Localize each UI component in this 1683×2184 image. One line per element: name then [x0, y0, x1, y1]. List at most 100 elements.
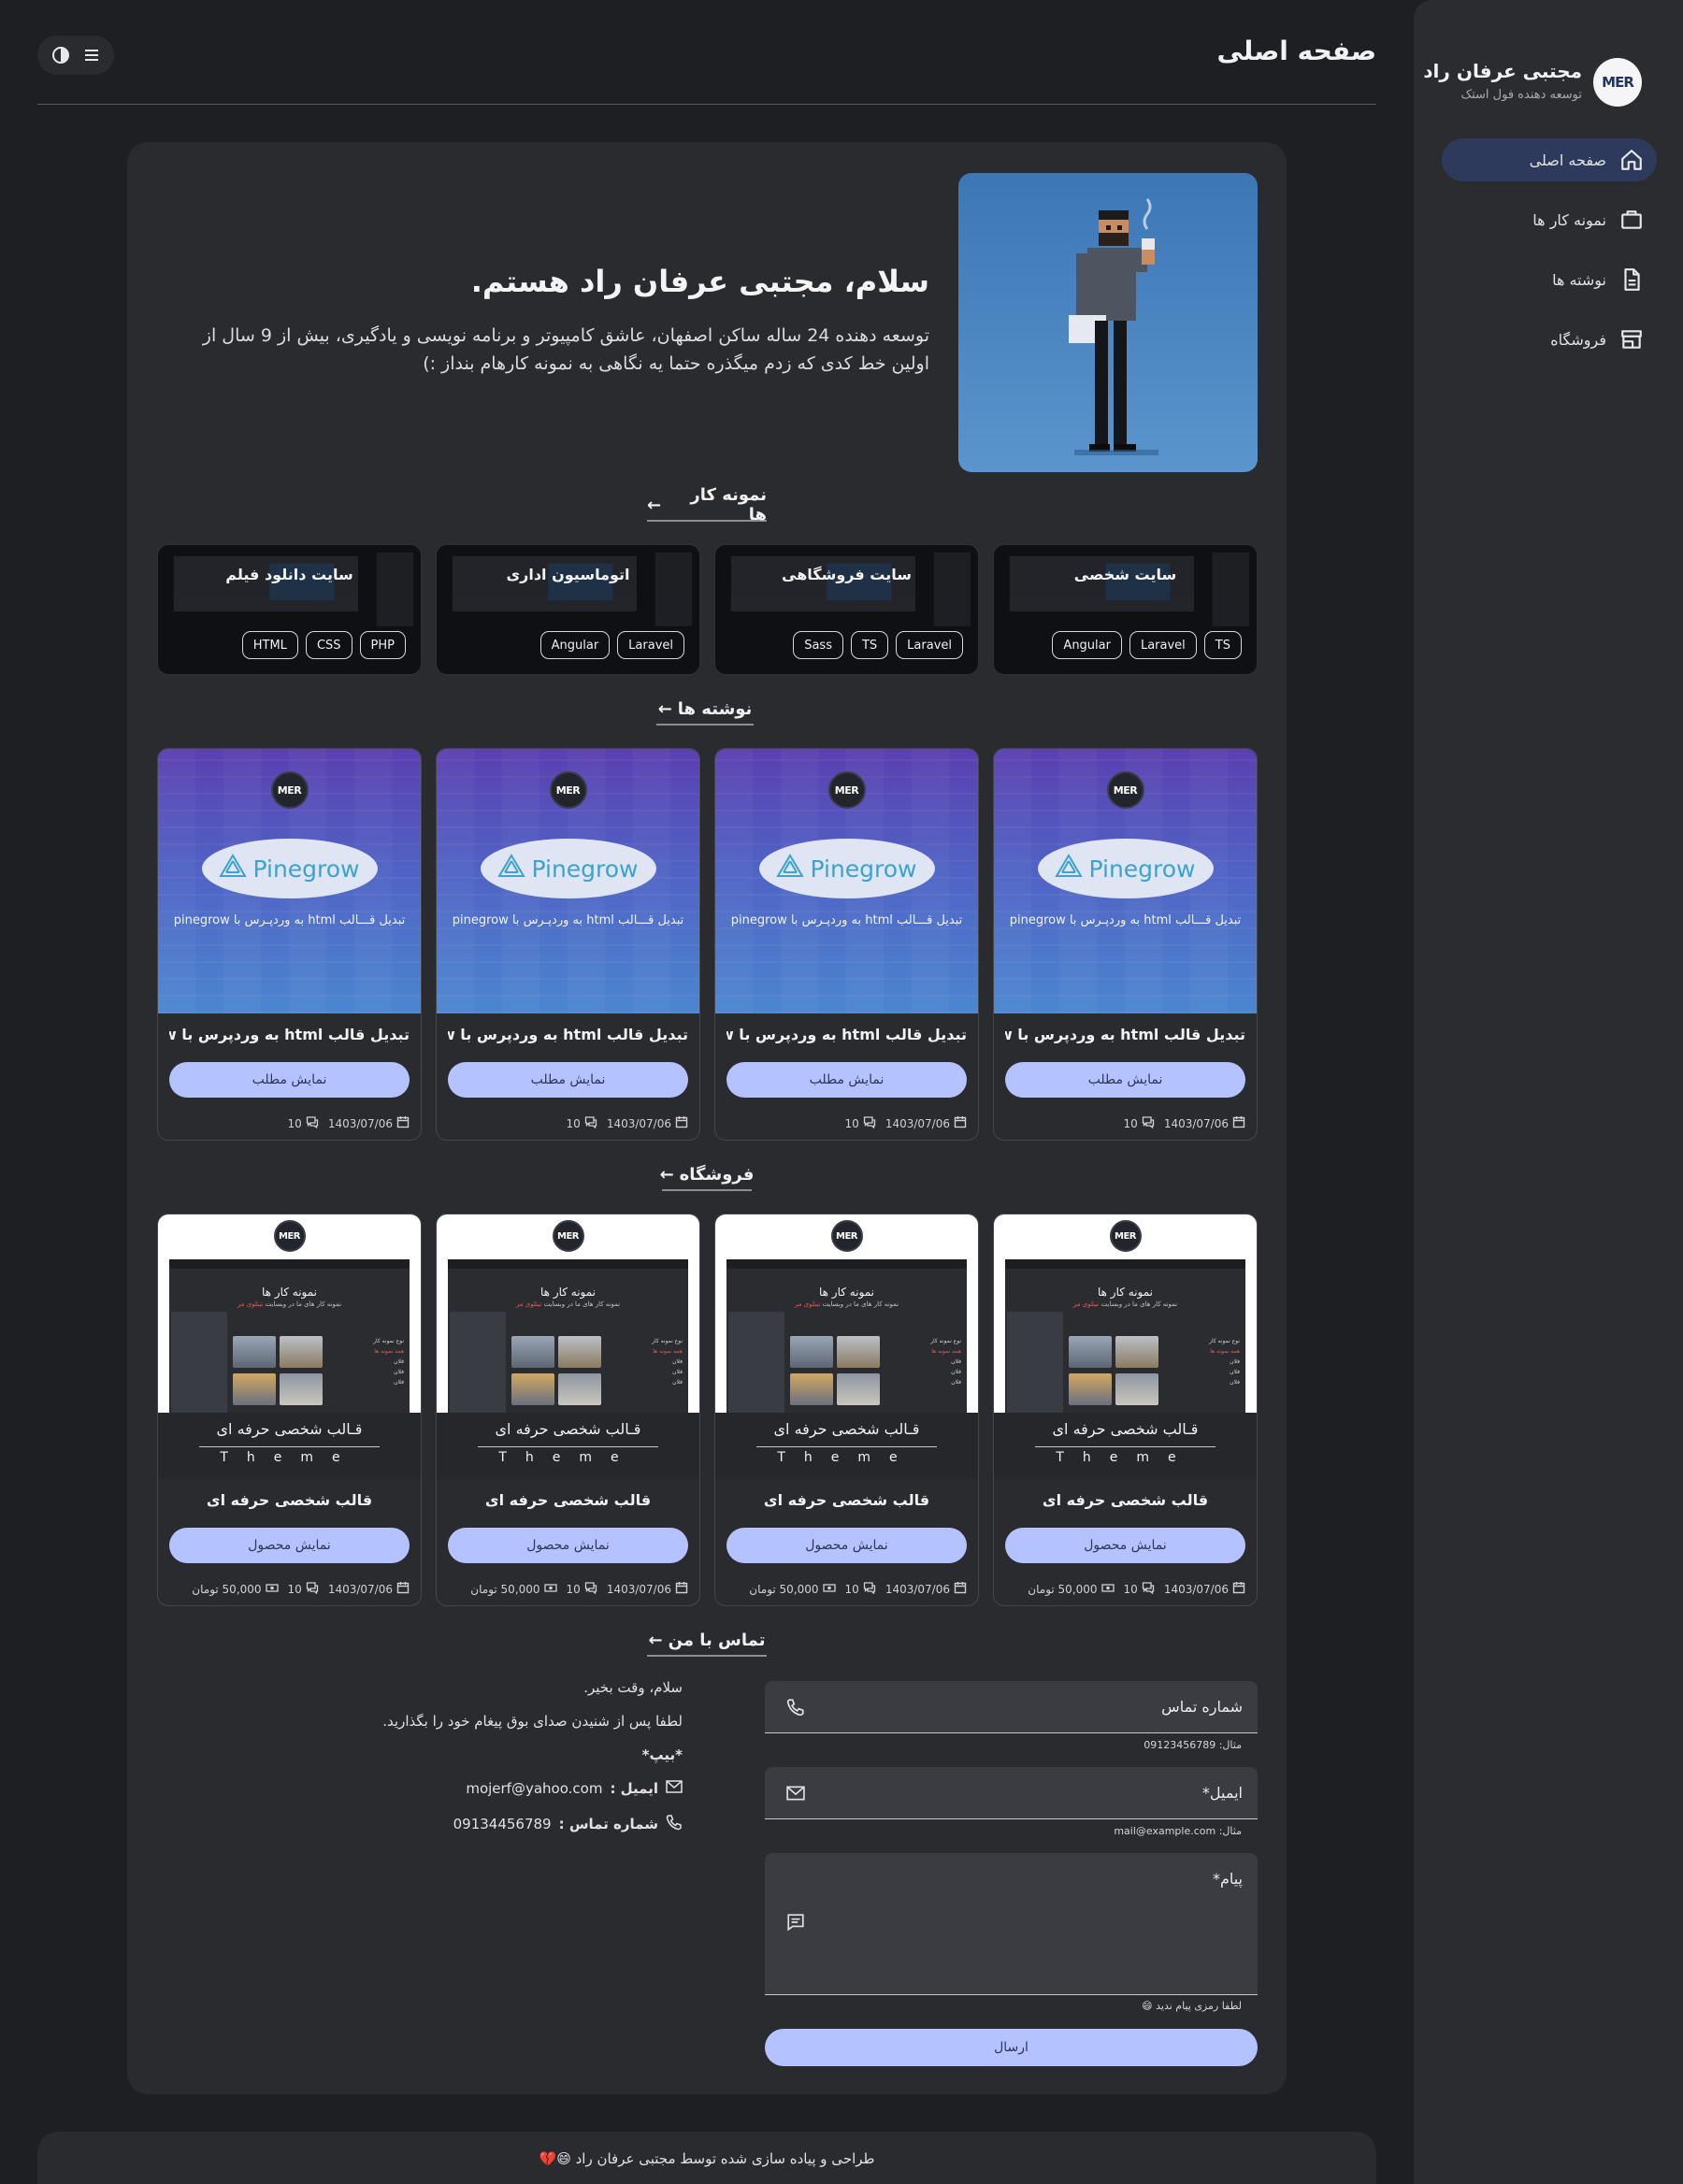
banner-divider [199, 1446, 380, 1447]
date-meta: 1403/07/06 [328, 1581, 410, 1597]
portfolio-card[interactable]: سایت شخصی TS Laravel Angular [993, 544, 1258, 675]
comments-meta: 10 [567, 1115, 597, 1131]
portfolio-heading-link[interactable]: نمونه کار ها ← [647, 485, 767, 524]
show-product-button[interactable]: نمایش محصول [448, 1528, 688, 1563]
tag: Sass [793, 631, 843, 659]
tag-list: Laravel TS Sass [793, 631, 963, 659]
blog-cover-image: MER Pinegrow تبدیل قـــالب html به وردپـ… [715, 749, 978, 1013]
message-field[interactable]: پیام* [765, 1853, 1258, 1995]
message-field-label: پیام* [1212, 1870, 1243, 1888]
blog-card[interactable]: MER Pinegrow تبدیل قـــالب html به وردپـ… [993, 748, 1258, 1141]
show-post-button[interactable]: نمایش مطلب [448, 1062, 688, 1098]
tag: TS [1203, 631, 1242, 659]
product-card[interactable]: MER نمونه کار ها نمونه کار های ما در وبس… [993, 1214, 1258, 1606]
product-date: 1403/07/06 [885, 1582, 950, 1596]
product-card[interactable]: MER نمونه کار ها نمونه کار های ما در وبس… [157, 1214, 422, 1606]
theme-toggle-icon[interactable] [48, 42, 74, 68]
blog-title: تبدیل قالب html به وردپرس با pinegrow... [448, 1026, 688, 1043]
product-price: 50,000 تومان [470, 1582, 540, 1596]
portfolio-card[interactable]: سایت فروشگاهی Laravel TS Sass [714, 544, 979, 675]
message-hint: لطفا رمزی پیام ندید 😄 [1142, 2000, 1242, 2012]
sidebar-item-shop[interactable]: فروشگاه [1442, 318, 1657, 361]
mer-logo: MER [273, 1220, 306, 1252]
comment-count: 10 [1123, 1116, 1138, 1130]
mail-icon [785, 1783, 806, 1803]
theme-banner: قـالب شخصی حرفه ای Theme [437, 1413, 699, 1479]
preview-thumbnail [1115, 1336, 1158, 1368]
main-panel: سلام، مجتبی عرفان راد هستم. توسعه دهنده … [127, 142, 1287, 2094]
pinegrow-logo: Pinegrow [201, 839, 378, 898]
briefcase-icon [1619, 208, 1644, 232]
portfolio-card[interactable]: سایت دانلود فیلم PHP CSS HTML [157, 544, 422, 675]
contact-message: لطفا پس از شنیدن صدای بوق پیغام خود را ب… [382, 1713, 683, 1730]
section-title: تماس با من [668, 1630, 766, 1650]
blog-card[interactable]: MER Pinegrow تبدیل قـــالب html به وردپـ… [714, 748, 979, 1141]
sidebar-item-portfolio[interactable]: نمونه کار ها [1442, 198, 1657, 241]
post-meta: 1403/07/06 10 [1005, 1115, 1245, 1131]
comment-count: 10 [844, 1582, 859, 1596]
preview-thumbnail [511, 1373, 554, 1405]
show-product-button[interactable]: نمایش محصول [1005, 1528, 1245, 1563]
shop-heading-link[interactable]: فروشگاه ← [660, 1159, 754, 1191]
footer-text: طراحی و پیاده سازی شده توسط مجتبی عرفان … [539, 2150, 875, 2167]
tag-list: PHP CSS HTML [241, 631, 406, 659]
preview-thumbnail [790, 1373, 833, 1405]
tag: Laravel [1129, 631, 1197, 659]
blog-title: تبدیل قالب html به وردپرس با pinegrow... [1005, 1026, 1245, 1043]
mer-logo: MER [1109, 1220, 1142, 1252]
money-icon [543, 1581, 557, 1597]
blog-heading-link[interactable]: نوشته ها ← [656, 694, 754, 726]
show-product-button[interactable]: نمایش محصول [726, 1528, 967, 1563]
email-value[interactable]: mojerf@yahoo.com [466, 1780, 602, 1797]
comments-icon [306, 1115, 319, 1131]
date-meta: 1403/07/06 [1164, 1115, 1245, 1131]
theme-preview: نمونه کار ها نمونه کار های ما در وبسایت … [726, 1259, 967, 1415]
calendar-icon [396, 1115, 410, 1131]
date-meta: 1403/07/06 [607, 1581, 688, 1597]
mer-logo: MER [552, 1220, 584, 1252]
comment-count: 10 [1123, 1582, 1138, 1596]
pinegrow-wordmark: Pinegrow [531, 855, 639, 883]
phone-field[interactable]: شماره تماس [765, 1681, 1258, 1733]
preview-thumbnail [1069, 1336, 1112, 1368]
preview-title: نمونه کار ها [818, 1286, 875, 1299]
sidebar-item-blog[interactable]: نوشته ها [1442, 258, 1657, 301]
product-image: MER نمونه کار ها نمونه کار های ما در وبس… [994, 1214, 1257, 1479]
show-product-button[interactable]: نمایش محصول [169, 1528, 410, 1563]
email-field[interactable]: ایمیل* [765, 1767, 1258, 1819]
portfolio-card[interactable]: اتوماسیون اداری Laravel Angular [436, 544, 700, 675]
sidebar-item-label: نمونه کار ها [1532, 210, 1606, 229]
blog-title: تبدیل قالب html به وردپرس با pinegrow... [726, 1026, 967, 1043]
submit-button[interactable]: ارسال [765, 2029, 1258, 2066]
product-title: قالب شخصی حرفه ای [763, 1491, 930, 1509]
comments-meta: 10 [1124, 1115, 1155, 1131]
banner-title: قـالب شخصی حرفه ای [495, 1420, 641, 1438]
price-meta: 50,000 تومان [470, 1581, 557, 1597]
post-date: 1403/07/06 [606, 1116, 671, 1130]
theme-banner: قـالب شخصی حرفه ای Theme [994, 1413, 1257, 1479]
show-post-button[interactable]: نمایش مطلب [169, 1062, 410, 1098]
comments-icon [306, 1581, 319, 1597]
blog-card[interactable]: MER Pinegrow تبدیل قـــالب html به وردپـ… [157, 748, 422, 1141]
avatar[interactable]: MER [1593, 58, 1642, 107]
pinegrow-wordmark: Pinegrow [1088, 855, 1196, 883]
comments-icon [584, 1115, 597, 1131]
comments-icon [863, 1581, 876, 1597]
show-post-button[interactable]: نمایش مطلب [726, 1062, 967, 1098]
pinegrow-icon [1055, 854, 1084, 884]
show-post-button[interactable]: نمایش مطلب [1005, 1062, 1245, 1098]
product-card[interactable]: MER نمونه کار ها نمونه کار های ما در وبس… [436, 1214, 700, 1606]
preview-thumbnail [1007, 1312, 1063, 1415]
phone-value[interactable]: 09134456789 [453, 1816, 552, 1832]
sidebar-item-home[interactable]: صفحه اصلی [1442, 138, 1657, 181]
cover-caption: تبدیل قـــالب html به وردپـرس با pinegro… [1009, 913, 1242, 927]
blog-card[interactable]: MER Pinegrow تبدیل قـــالب html به وردپـ… [436, 748, 700, 1141]
contact-heading-link[interactable]: تماس با من ← [647, 1625, 767, 1657]
product-card[interactable]: MER نمونه کار ها نمونه کار های ما در وبس… [714, 1214, 979, 1606]
menu-icon[interactable] [79, 42, 105, 68]
banner-title: قـالب شخصی حرفه ای [1052, 1420, 1199, 1438]
preview-navbar [726, 1259, 967, 1269]
sidebar-item-label: نوشته ها [1552, 270, 1606, 289]
profile-role: توسعه دهنده فول استک [1460, 88, 1582, 102]
pinegrow-icon [497, 854, 526, 884]
